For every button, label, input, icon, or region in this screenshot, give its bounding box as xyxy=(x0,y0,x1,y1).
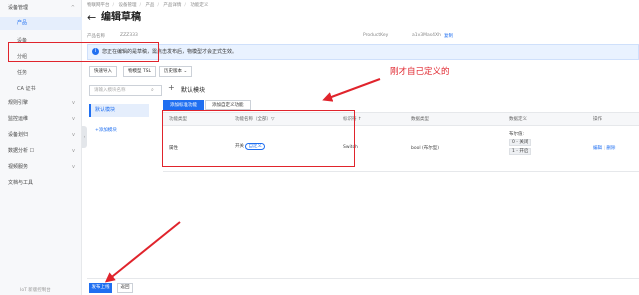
add-module-link[interactable]: +添加模块 xyxy=(89,127,149,133)
row-divider xyxy=(163,171,639,172)
col-actions: 操作 xyxy=(593,117,602,122)
enum-value-0: 0 - 关闭 xyxy=(509,139,531,146)
sidebar-item-task[interactable]: 任务 xyxy=(0,67,82,80)
breadcrumb-item[interactable]: 物联网平台 xyxy=(87,3,110,8)
publish-button[interactable]: 发布上线 xyxy=(89,283,112,293)
delete-link[interactable]: 删除 xyxy=(606,146,615,151)
sidebar-item-label: 设备划归 xyxy=(8,132,29,138)
search-icon[interactable]: ⌕ xyxy=(151,87,154,93)
sidebar-item-product[interactable]: 产品 xyxy=(0,17,82,30)
chevron-down-icon: v xyxy=(72,116,75,122)
sidebar-group-video[interactable]: 视频服务 v xyxy=(0,161,82,174)
chevron-down-icon: v xyxy=(72,148,75,154)
chevron-down-icon: ⌄ xyxy=(183,69,188,74)
module-section-title: 默认模块 xyxy=(181,87,206,94)
bottom-action-bar: 发布上线 返回 xyxy=(87,278,639,295)
sidebar-group-device-management[interactable]: 设备管理 ^ xyxy=(0,2,82,15)
sidebar-group-monitoring[interactable]: 监控运维 v xyxy=(0,113,82,126)
sidebar-item-label: 数据分析 ☐ xyxy=(8,148,35,154)
product-name-label: 产品名称 xyxy=(87,34,105,39)
app-root: 设备管理 ^ 产品 设备 分组 任务 CA 证书 规则引擎 v 监控运维 v 设… xyxy=(0,0,639,295)
chevron-up-icon: ^ xyxy=(70,5,75,11)
breadcrumb-item[interactable]: 设备管理 xyxy=(118,3,136,8)
module-item-default[interactable]: 默认模块 xyxy=(89,104,149,117)
annotation-label: 刚才自己定义的 xyxy=(390,67,450,77)
definition-label: 布尔值: xyxy=(509,132,525,137)
sidebar-item-label: 设备管理 xyxy=(8,5,29,11)
sidebar-footer[interactable]: IoT 新版控制台 xyxy=(20,287,51,293)
sidebar-item-label: 规则引擎 xyxy=(8,100,29,106)
cell-data-type: bool (布尔型) xyxy=(411,146,440,151)
return-button[interactable]: 返回 xyxy=(117,283,133,293)
tab-add-custom[interactable]: 添加自定义功能 xyxy=(205,100,251,110)
breadcrumb-item[interactable]: 产品 xyxy=(145,3,154,8)
edit-link[interactable]: 编辑 xyxy=(593,146,602,151)
chevron-down-icon: v xyxy=(72,100,75,106)
module-list: 默认模块 +添加模块 xyxy=(89,104,149,133)
cell-data-definition: 布尔值: 0 - 关闭 1 - 开启 xyxy=(509,131,531,155)
chevron-down-icon: v xyxy=(72,164,75,170)
sidebar-item-docs-tools[interactable]: 文档与工具 xyxy=(0,177,82,190)
sidebar-item-label: 视频服务 xyxy=(8,164,29,170)
tab-add-standard[interactable]: 添加标准功能 xyxy=(163,100,204,110)
breadcrumb-item[interactable]: 产品详情 xyxy=(163,3,181,8)
annotation-highlight-notice xyxy=(8,42,159,62)
sidebar-group-data-analysis[interactable]: 数据分析 ☐ v xyxy=(0,145,82,158)
sidebar-group-rule-engine[interactable]: 规则引擎 v xyxy=(0,97,82,110)
annotation-highlight-table xyxy=(162,110,355,167)
quick-import-button[interactable]: 快速导入 xyxy=(89,66,117,77)
cell-actions: 编辑 | 删除 xyxy=(593,146,616,151)
col-data-type: 数据类型 xyxy=(411,117,429,122)
history-label: 历史版本 xyxy=(164,69,182,74)
copy-link[interactable]: 复制 xyxy=(444,33,453,39)
breadcrumb-item: 功能定义 xyxy=(190,3,209,8)
draft-notice: i 您正在编辑的是草稿，需点击发布后，物模型才会正式生效。 xyxy=(87,44,639,60)
back-arrow-icon[interactable]: ← xyxy=(87,12,96,24)
chevron-down-icon: v xyxy=(72,132,75,138)
model-tsl-button[interactable]: 物模型 TSL xyxy=(123,66,157,77)
enum-value-1: 1 - 开启 xyxy=(509,148,531,155)
product-key-value: a1v3Mas4Xh xyxy=(412,33,441,38)
product-key-label: ProductKey xyxy=(363,33,389,38)
col-data-definition: 数据定义 xyxy=(509,117,527,122)
page-title: 编辑草稿 xyxy=(101,12,141,23)
sidebar-item-ca-cert[interactable]: CA 证书 xyxy=(0,83,82,96)
product-name-value: ZZZ333 xyxy=(120,33,138,38)
history-version-dropdown[interactable]: 历史版本 ⌄ xyxy=(159,66,193,77)
sidebar-group-device-assign[interactable]: 设备划归 v xyxy=(0,129,82,142)
breadcrumb: 物联网平台 / 设备管理 / 产品 / 产品详情 / 功能定义 xyxy=(87,3,209,8)
sidebar-item-label: 监控运维 xyxy=(8,116,29,122)
add-module-icon[interactable]: + xyxy=(168,83,175,92)
